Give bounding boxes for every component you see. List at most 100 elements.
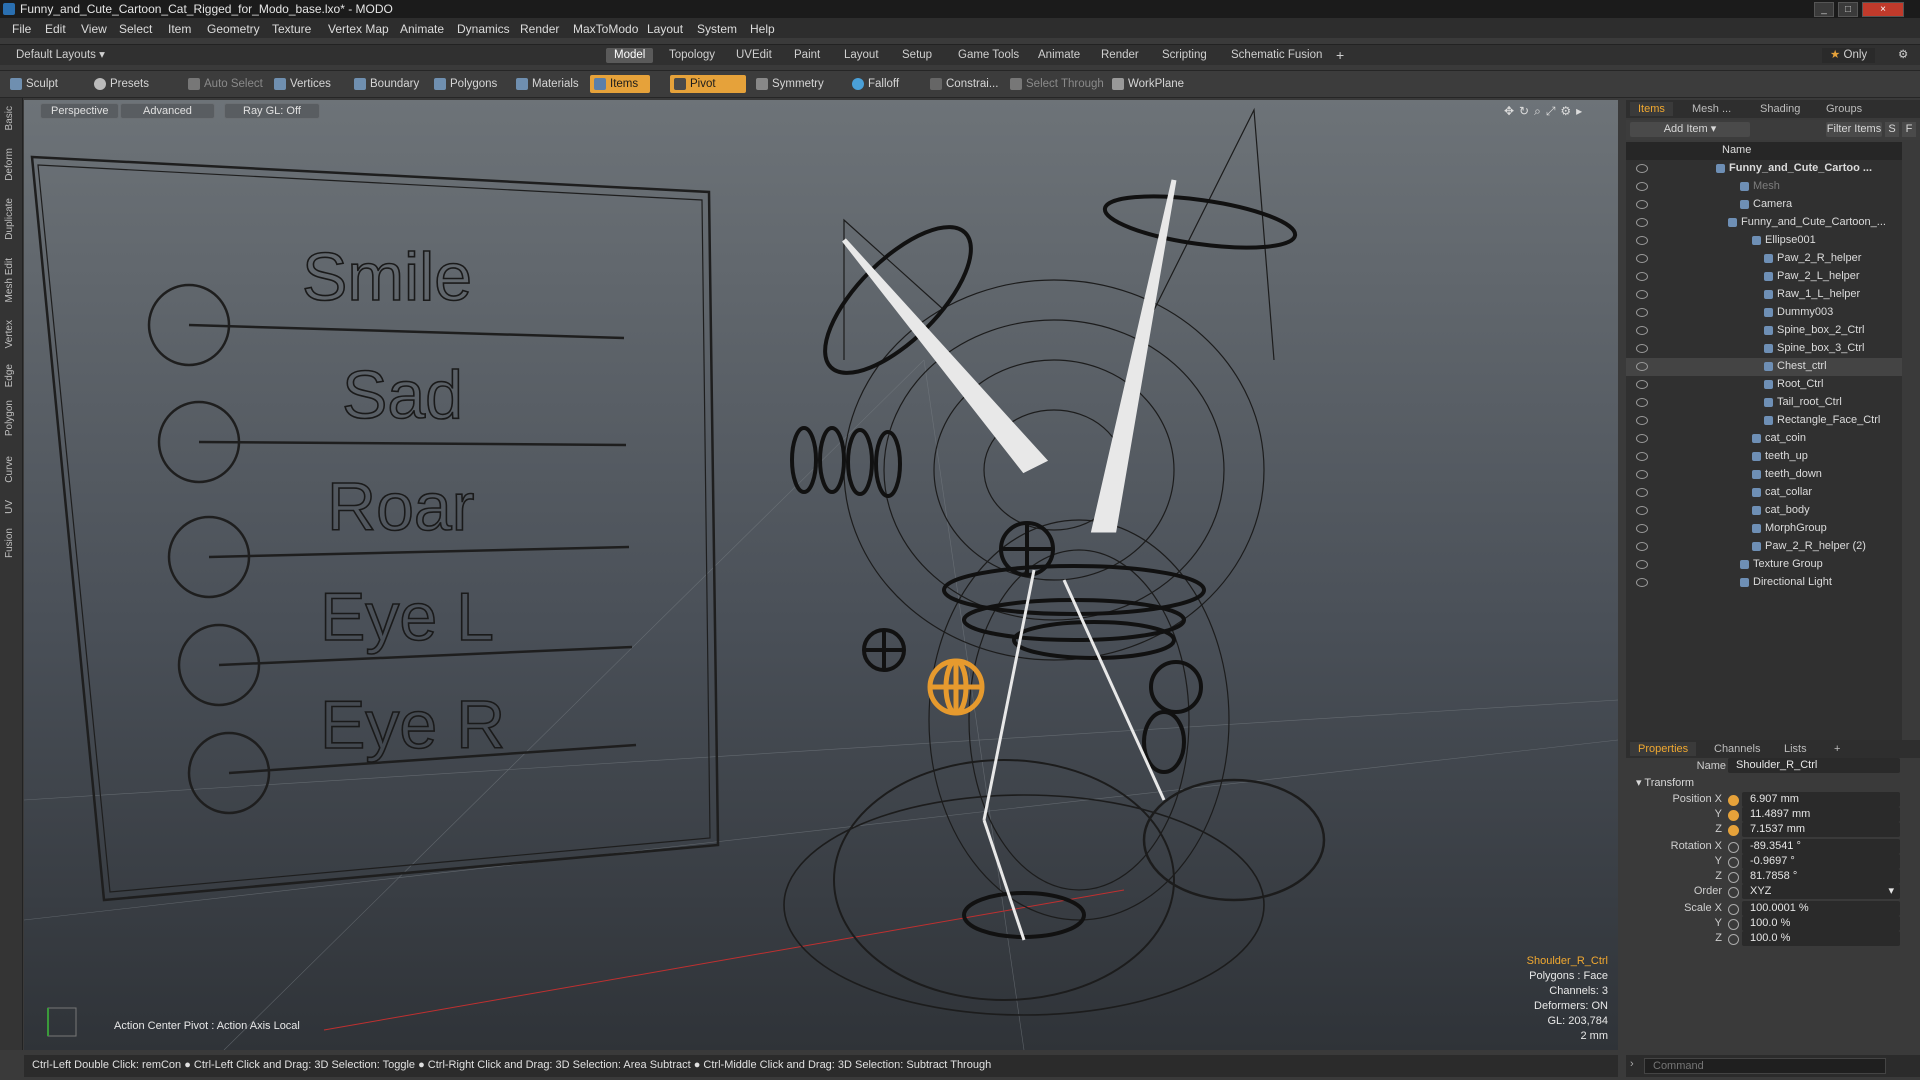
scale-x-field[interactable]: 100.0001 % [1742, 901, 1900, 916]
sculpt-button[interactable]: Sculpt [6, 75, 64, 93]
tab-setup[interactable]: Setup [894, 48, 940, 63]
order-select[interactable]: XYZ ▾ [1742, 884, 1900, 899]
item-row[interactable]: Mesh [1626, 178, 1902, 196]
item-row[interactable]: teeth_up [1626, 448, 1902, 466]
only-toggle[interactable]: ★ Only [1822, 48, 1876, 63]
workplane-button[interactable]: WorkPlane [1108, 75, 1190, 93]
visibility-eye-icon[interactable] [1636, 308, 1648, 317]
presets-button[interactable]: Presets [90, 75, 155, 93]
tab-uv[interactable]: UV [4, 500, 15, 514]
tab-render[interactable]: Render [1093, 48, 1147, 63]
pivot-button[interactable]: Pivot [670, 75, 746, 93]
tab-fusion[interactable]: Fusion [4, 528, 15, 558]
visibility-eye-icon[interactable] [1636, 344, 1648, 353]
visibility-eye-icon[interactable] [1636, 380, 1648, 389]
tab-lists[interactable]: Lists [1776, 742, 1815, 756]
item-row[interactable]: cat_body [1626, 502, 1902, 520]
menu-edit[interactable]: Edit [45, 22, 66, 36]
add-properties-tab[interactable]: + [1826, 742, 1848, 756]
visibility-eye-icon[interactable] [1636, 200, 1648, 209]
tab-items[interactable]: Items [1630, 102, 1673, 116]
item-row[interactable]: Camera [1626, 196, 1902, 214]
tab-layout[interactable]: Layout [836, 48, 887, 63]
scale-z-keyframe[interactable] [1728, 934, 1739, 945]
visibility-eye-icon[interactable] [1636, 434, 1648, 443]
visibility-eye-icon[interactable] [1636, 236, 1648, 245]
scale-y-keyframe[interactable] [1728, 919, 1739, 930]
position-x-field[interactable]: 6.907 mm [1742, 792, 1900, 807]
menu-texture[interactable]: Texture [272, 22, 311, 36]
visibility-eye-icon[interactable] [1636, 560, 1648, 569]
filter-items-button[interactable]: Filter Items [1826, 122, 1882, 137]
close-button[interactable]: × [1862, 2, 1904, 17]
rotation-x-field[interactable]: -89.3541 ° [1742, 839, 1900, 854]
tab-paint[interactable]: Paint [786, 48, 828, 63]
tab-deform[interactable]: Deform [4, 148, 15, 181]
rotation-x-keyframe[interactable] [1728, 842, 1739, 853]
visibility-eye-icon[interactable] [1636, 470, 1648, 479]
item-row[interactable]: Tail_root_Ctrl [1626, 394, 1902, 412]
name-field[interactable]: Shoulder_R_Ctrl [1728, 758, 1900, 773]
position-y-field[interactable]: 11.4897 mm [1742, 807, 1900, 822]
tab-properties[interactable]: Properties [1630, 742, 1697, 756]
maximize-button[interactable]: □ [1838, 2, 1858, 17]
menu-help[interactable]: Help [750, 22, 775, 36]
vertices-button[interactable]: Vertices [270, 75, 337, 93]
visibility-eye-icon[interactable] [1636, 542, 1648, 551]
menu-render[interactable]: Render [520, 22, 559, 36]
menu-dynamics[interactable]: Dynamics [457, 22, 510, 36]
visibility-eye-icon[interactable] [1636, 182, 1648, 191]
boundary-button[interactable]: Boundary [350, 75, 425, 93]
falloff-button[interactable]: Falloff [848, 75, 905, 93]
item-row[interactable]: Funny_and_Cute_Cartoon_... [1626, 214, 1902, 232]
menu-layout[interactable]: Layout [647, 22, 683, 36]
scale-z-field[interactable]: 100.0 % [1742, 931, 1900, 946]
item-row[interactable]: Spine_box_2_Ctrl [1626, 322, 1902, 340]
3d-viewport[interactable]: Perspective Advanced Ray GL: Off ✥↻⌕⤢⚙▸ … [24, 100, 1618, 1050]
menu-animate[interactable]: Animate [400, 22, 444, 36]
tab-topology[interactable]: Topology [661, 48, 723, 63]
item-row[interactable]: cat_coin [1626, 430, 1902, 448]
menu-view[interactable]: View [81, 22, 107, 36]
scale-x-keyframe[interactable] [1728, 904, 1739, 915]
polygons-button[interactable]: Polygons [430, 75, 503, 93]
add-tab-button[interactable]: + [1328, 48, 1352, 63]
item-row[interactable]: cat_collar [1626, 484, 1902, 502]
tab-channels[interactable]: Channels [1706, 742, 1768, 756]
tab-animate[interactable]: Animate [1030, 48, 1088, 63]
visibility-eye-icon[interactable] [1636, 254, 1648, 263]
menu-system[interactable]: System [697, 22, 737, 36]
item-row[interactable]: Rectangle_Face_Ctrl [1626, 412, 1902, 430]
minimize-button[interactable]: _ [1814, 2, 1834, 17]
visibility-eye-icon[interactable] [1636, 506, 1648, 515]
item-row[interactable]: Ellipse001 [1626, 232, 1902, 250]
item-row[interactable]: Dummy003 [1626, 304, 1902, 322]
visibility-eye-icon[interactable] [1636, 398, 1648, 407]
gear-icon[interactable]: ⚙ [1890, 48, 1916, 63]
tab-schematic-fusion[interactable]: Schematic Fusion [1223, 48, 1330, 63]
menu-maxtomodo[interactable]: MaxToModo [573, 22, 638, 36]
f-button[interactable]: F [1902, 122, 1916, 137]
position-z-keyframe[interactable] [1728, 825, 1739, 836]
tab-vertex[interactable]: Vertex [4, 320, 15, 348]
visibility-eye-icon[interactable] [1636, 218, 1648, 227]
visibility-eye-icon[interactable] [1636, 326, 1648, 335]
item-row[interactable]: Raw_1_L_helper [1626, 286, 1902, 304]
visibility-eye-icon[interactable] [1636, 164, 1648, 173]
layouts-dropdown[interactable]: Default Layouts ▾ [8, 48, 113, 63]
visibility-eye-icon[interactable] [1636, 488, 1648, 497]
tab-polygon[interactable]: Polygon [4, 400, 15, 436]
select-through-button[interactable]: Select Through [1006, 75, 1110, 93]
item-row[interactable]: Spine_box_3_Ctrl [1626, 340, 1902, 358]
scale-y-field[interactable]: 100.0 % [1742, 916, 1900, 931]
items-button[interactable]: Items [590, 75, 651, 93]
tab-uvedit[interactable]: UVEdit [728, 48, 780, 63]
rotation-y-keyframe[interactable] [1728, 857, 1739, 868]
rotation-z-field[interactable]: 81.7858 ° [1742, 869, 1900, 884]
s-button[interactable]: S [1885, 122, 1899, 137]
visibility-eye-icon[interactable] [1636, 290, 1648, 299]
item-row[interactable]: Directional Light [1626, 574, 1902, 592]
add-item-button[interactable]: Add Item ▾ [1630, 122, 1750, 137]
tab-shading[interactable]: Shading [1752, 102, 1808, 116]
visibility-eye-icon[interactable] [1636, 578, 1648, 587]
